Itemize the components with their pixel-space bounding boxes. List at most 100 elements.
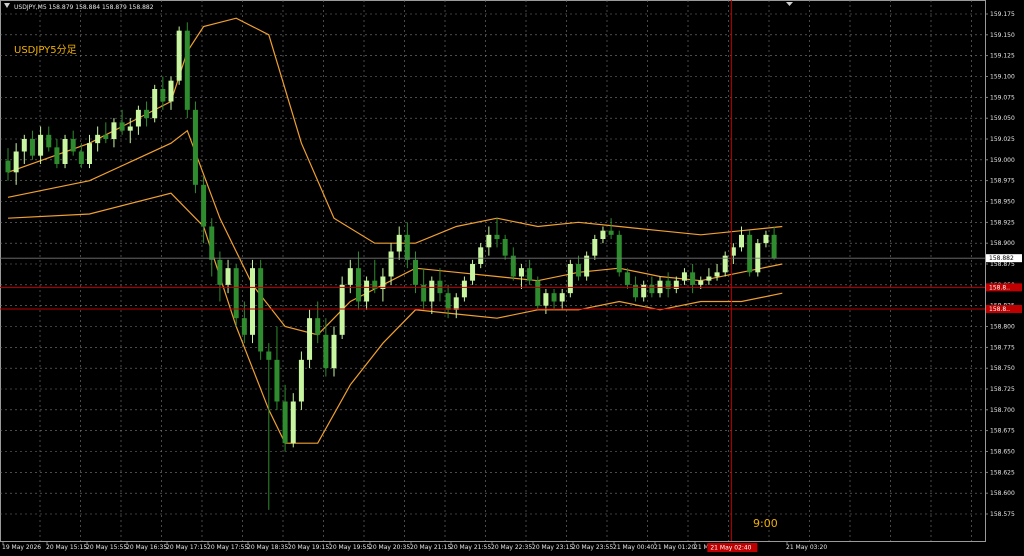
price-tick-label: 159.075 (990, 94, 1015, 101)
horizontal-levels (0, 257, 985, 310)
candle-bull (111, 122, 117, 139)
candle-bear (217, 259, 223, 285)
candle-bear (54, 147, 60, 164)
price-tick-label: 158.575 (990, 511, 1015, 518)
candle-bear (160, 89, 166, 102)
candle-bull (600, 230, 606, 239)
candle-bull (290, 401, 296, 444)
candle-bull (755, 243, 761, 273)
candle-bear (355, 268, 361, 302)
price-tick-label: 159.125 (990, 53, 1015, 60)
price-tick-label: 159.050 (990, 115, 1015, 122)
candle-bull (763, 234, 769, 244)
candle-bull (331, 334, 337, 369)
candle-bear (209, 226, 215, 260)
time-tick-label: 20 May 15:55 (86, 544, 127, 551)
candle-bear (494, 234, 500, 239)
candle-bear (527, 268, 533, 281)
price-tick-label: 159.175 (990, 11, 1015, 18)
candle-bull (225, 268, 231, 285)
price-tick-label: 159.100 (990, 74, 1015, 81)
candle-bull (584, 255, 590, 277)
time-tick-label: 20 May 19:15 (288, 544, 329, 551)
candle-bull (681, 272, 687, 281)
candle-bull (388, 251, 394, 277)
candle-bear (510, 255, 516, 277)
grid-lines (0, 0, 985, 541)
candle-bull (250, 268, 255, 335)
candle-bear (78, 151, 84, 164)
candle-bull (567, 264, 573, 294)
candle-bull (364, 280, 370, 302)
chart-shift-icon[interactable] (786, 2, 793, 6)
candle-bear (624, 272, 630, 285)
candle-bull (298, 359, 304, 402)
level-price-tag-label: 158.8.. (989, 306, 1010, 313)
time-tick-label: 20 May 17:15 (166, 544, 207, 551)
time-tick-label: 21 May 01:20 (654, 544, 695, 551)
price-tick-label: 158.975 (990, 178, 1015, 185)
time-tick-label: 20 May 17:55 (207, 544, 248, 551)
candle-bull (714, 272, 720, 277)
candle-bull (698, 280, 704, 285)
candle-bull (518, 268, 524, 277)
candle-bear (502, 239, 508, 256)
one-click-trading-icon[interactable] (4, 3, 10, 8)
candle-bear (258, 268, 264, 352)
candle-bear (413, 259, 418, 285)
candle-bull (95, 134, 101, 144)
bollinger-upper-line (7, 17, 783, 244)
price-tick-label: 159.025 (990, 136, 1015, 143)
time-tick-label: 19 May 2026 (2, 544, 41, 551)
candle-bear (535, 280, 541, 306)
bollinger-lower-line (7, 192, 783, 444)
candle-bear (119, 122, 125, 131)
candle-bear (445, 293, 451, 310)
chart-window[interactable]: 159.175 159.150 159.125 159.100 159.075 159.0… (0, 0, 1024, 556)
candle-bear (192, 109, 198, 185)
candle-bull (168, 80, 174, 102)
candle-bear (70, 139, 76, 152)
candle-bear (747, 234, 753, 273)
price-tick-label: 158.625 (990, 469, 1015, 476)
candle-bear (608, 230, 614, 235)
time-tick-label: 21 May 03:20 (786, 544, 827, 551)
candle-bear (274, 359, 280, 402)
candle-bear (29, 139, 35, 156)
candle-bull (706, 276, 712, 281)
candle-bear (649, 284, 655, 294)
time-tick-label: 20 May 23:55 (572, 544, 613, 551)
chart-canvas[interactable]: 159.175 159.150 159.125 159.100 159.075 159.0… (0, 0, 1024, 556)
candle-bear (46, 134, 52, 148)
candle-bull (461, 280, 467, 298)
candle-bull (21, 139, 27, 152)
price-tick-label: 158.725 (990, 386, 1015, 393)
candle-bear (551, 293, 557, 302)
candle-bull (176, 30, 182, 81)
current-price-tag-label: 158.882 (989, 255, 1014, 262)
time-tick-label: 20 May 16:35 (126, 544, 167, 551)
candle-bear (771, 234, 777, 259)
candle-bull (559, 293, 565, 302)
price-tick-label: 158.775 (990, 344, 1015, 351)
bollinger-bands (7, 17, 783, 444)
candle-bull (87, 143, 92, 164)
plot-border (0, 0, 986, 542)
candle-bear (633, 284, 639, 298)
candle-bear (144, 109, 150, 119)
candle-bull (152, 89, 158, 119)
candle-bull (339, 284, 345, 335)
candle-bear (201, 184, 207, 227)
price-tick-label: 158.925 (990, 219, 1015, 226)
candle-bull (347, 268, 353, 285)
candle-bull (396, 234, 402, 252)
time-tick-label: 20 May 23:15 (532, 544, 573, 551)
time-tick-label: 20 May 21:55 (450, 544, 491, 551)
crosshair-time-label: 9:00 (753, 517, 778, 530)
time-tick-label: 20 May 20:35 (369, 544, 410, 551)
candle-bull (641, 284, 647, 298)
candle-bear (323, 334, 329, 369)
price-tick-label: 158.600 (990, 490, 1015, 497)
time-tick-label: 20 May 21:15 (410, 544, 451, 551)
price-tick-label: 158.950 (990, 199, 1015, 206)
